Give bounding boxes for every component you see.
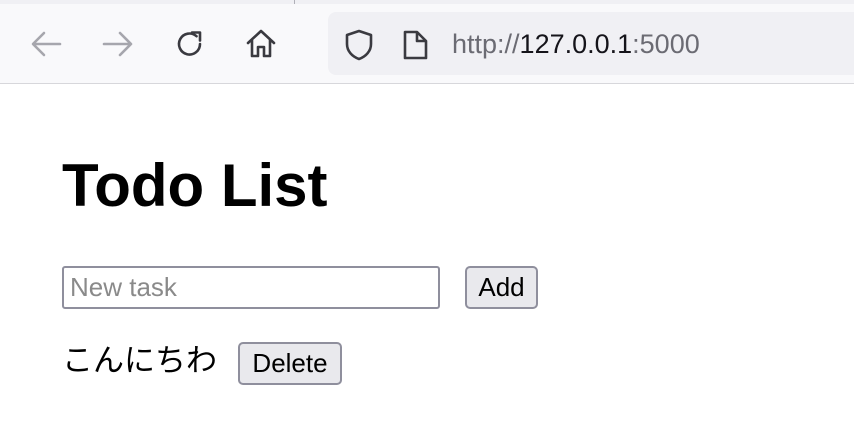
- url-host: 127.0.0.1: [519, 29, 633, 59]
- tab-divider: [294, 0, 295, 4]
- reload-button[interactable]: [168, 22, 212, 66]
- tab-strip: [0, 0, 854, 4]
- reload-icon: [173, 27, 207, 61]
- home-button[interactable]: [239, 22, 283, 66]
- delete-button[interactable]: Delete: [238, 342, 342, 385]
- address-bar[interactable]: http://127.0.0.1:5000: [328, 12, 854, 75]
- shield-icon[interactable]: [342, 29, 376, 66]
- page-content: Todo List Add こんにちわ Delete: [0, 85, 854, 440]
- task-text: こんにちわ: [62, 343, 217, 379]
- back-button[interactable]: [24, 22, 68, 66]
- back-arrow-icon: [29, 29, 63, 59]
- add-button[interactable]: Add: [465, 266, 538, 309]
- forward-button[interactable]: [96, 22, 140, 66]
- page-icon[interactable]: [400, 29, 430, 66]
- url-port: :5000: [632, 29, 700, 59]
- url-protocol: http://: [452, 29, 520, 59]
- page-title: Todo List: [62, 152, 328, 219]
- new-task-input[interactable]: [62, 266, 440, 309]
- browser-toolbar: http://127.0.0.1:5000: [0, 0, 854, 84]
- url-text[interactable]: http://127.0.0.1:5000: [452, 28, 700, 60]
- forward-arrow-icon: [101, 29, 135, 59]
- home-icon: [244, 27, 278, 61]
